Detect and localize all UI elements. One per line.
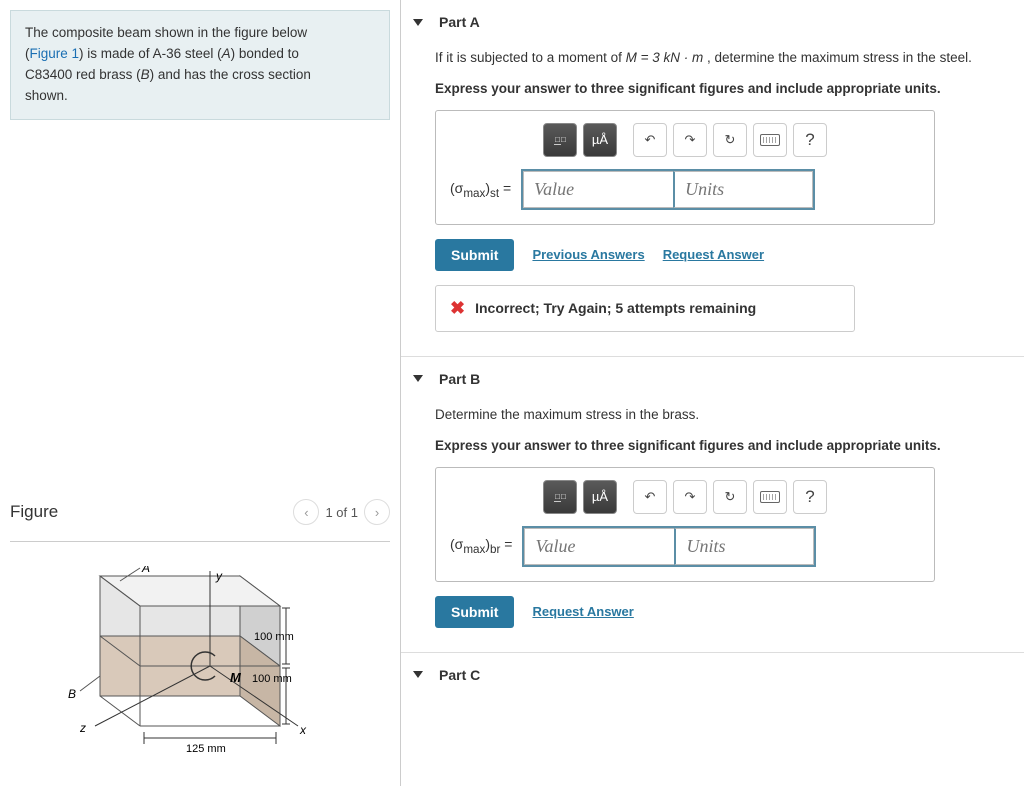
problem-line1: The composite beam shown in the figure b…	[25, 25, 307, 40]
keyboard-icon	[760, 134, 780, 146]
part-b-question: Determine the maximum stress in the bras…	[435, 405, 1024, 426]
svg-text:100 mm: 100 mm	[252, 673, 292, 685]
special-char-button[interactable]: µÅ	[583, 480, 617, 514]
part-a-input-row: (σmax)st =	[450, 169, 920, 210]
part-b-instruction: Express your answer to three significant…	[435, 438, 1024, 453]
redo-button[interactable]: ↷	[673, 123, 707, 157]
keyboard-button[interactable]	[753, 123, 787, 157]
part-a-value-input[interactable]	[523, 171, 673, 208]
part-b-answer-box: □□ µÅ ↶ ↷ ↻ ? (σmax)br =	[435, 467, 935, 582]
part-b-actions: Submit Request Answer	[435, 596, 1024, 628]
reset-button[interactable]: ↻	[713, 480, 747, 514]
part-b-value-input[interactable]	[524, 528, 674, 565]
template-frac-button[interactable]: □□	[543, 123, 577, 157]
sigma-st-label: (σmax)st =	[450, 180, 511, 200]
figure-title: Figure	[10, 502, 293, 522]
part-a-section: Part A If it is subjected to a moment of…	[401, 0, 1024, 356]
redo-button[interactable]: ↷	[673, 480, 707, 514]
part-a-units-input[interactable]	[673, 171, 813, 208]
request-answer-link[interactable]: Request Answer	[663, 247, 764, 262]
problem-statement: The composite beam shown in the figure b…	[10, 10, 390, 120]
keyboard-icon	[760, 491, 780, 503]
part-b-header[interactable]: Part B	[435, 371, 1024, 387]
figure-header: Figure ‹ 1 of 1 ›	[0, 491, 400, 533]
part-a-instruction: Express your answer to three significant…	[435, 81, 1024, 96]
part-a-actions: Submit Previous Answers Request Answer	[435, 239, 1024, 271]
svg-text:B: B	[68, 687, 76, 701]
part-a-feedback: ✖ Incorrect; Try Again; 5 attempts remai…	[435, 285, 855, 332]
var-a: A	[222, 46, 231, 61]
request-answer-link[interactable]: Request Answer	[532, 604, 633, 619]
template-frac-button[interactable]: □□	[543, 480, 577, 514]
figure-image: y x z M A B	[40, 566, 320, 776]
reset-button[interactable]: ↻	[713, 123, 747, 157]
part-a-answer-box: □□ µÅ ↶ ↷ ↻ ? (σmax)st =	[435, 110, 935, 225]
var-b: B	[141, 67, 150, 82]
part-c-section: Part C	[401, 652, 1024, 683]
part-b-toolbar: □□ µÅ ↶ ↷ ↻ ?	[450, 480, 920, 514]
part-b-submit-button[interactable]: Submit	[435, 596, 514, 628]
part-a-question: If it is subjected to a moment of M = 3 …	[435, 48, 1024, 69]
undo-button[interactable]: ↶	[633, 480, 667, 514]
help-button[interactable]: ?	[793, 123, 827, 157]
part-b-input-row: (σmax)br =	[450, 526, 920, 567]
svg-text:x: x	[299, 723, 307, 737]
chevron-down-icon	[413, 375, 423, 382]
figure-nav-text: 1 of 1	[325, 505, 358, 520]
part-a-submit-button[interactable]: Submit	[435, 239, 514, 271]
help-button[interactable]: ?	[793, 480, 827, 514]
sigma-br-label: (σmax)br =	[450, 536, 512, 556]
figure-nav: ‹ 1 of 1 ›	[293, 499, 390, 525]
figure-body: y x z M A B	[0, 548, 400, 786]
svg-text:y: y	[215, 569, 223, 583]
part-a-toolbar: □□ µÅ ↶ ↷ ↻ ?	[450, 123, 920, 157]
part-c-header[interactable]: Part C	[435, 667, 1024, 683]
part-b-section: Part B Determine the maximum stress in t…	[401, 356, 1024, 652]
keyboard-button[interactable]	[753, 480, 787, 514]
figure-link[interactable]: Figure 1	[30, 46, 80, 61]
feedback-text: Incorrect; Try Again; 5 attempts remaini…	[475, 300, 756, 316]
undo-button[interactable]: ↶	[633, 123, 667, 157]
svg-text:M: M	[230, 670, 242, 685]
previous-answers-link[interactable]: Previous Answers	[532, 247, 644, 262]
incorrect-icon: ✖	[450, 298, 465, 319]
svg-text:z: z	[79, 721, 86, 735]
figure-divider	[10, 541, 390, 542]
svg-text:A: A	[141, 566, 150, 575]
part-a-header[interactable]: Part A	[435, 14, 1024, 30]
chevron-down-icon	[413, 671, 423, 678]
figure-next-button[interactable]: ›	[364, 499, 390, 525]
svg-text:100 mm: 100 mm	[254, 631, 294, 643]
svg-text:125 mm: 125 mm	[186, 743, 226, 755]
figure-prev-button[interactable]: ‹	[293, 499, 319, 525]
chevron-down-icon	[413, 19, 423, 26]
special-char-button[interactable]: µÅ	[583, 123, 617, 157]
part-b-units-input[interactable]	[674, 528, 814, 565]
